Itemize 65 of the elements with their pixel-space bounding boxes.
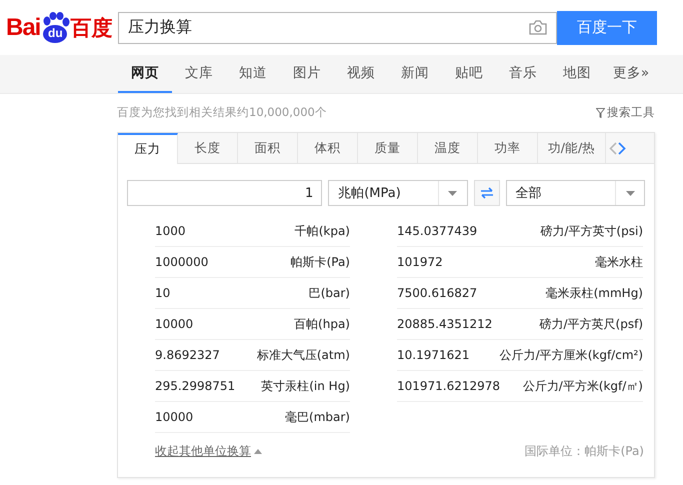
search-tools-link[interactable]: 搜索工具: [607, 105, 655, 120]
unit-tab[interactable]: 质量: [358, 133, 418, 163]
nav-tab[interactable]: 知道: [226, 55, 280, 93]
unit-name: 公斤力/平方米(kgf/㎡): [522, 378, 643, 394]
chevron-left-icon[interactable]: [609, 142, 617, 154]
result-value: 9.8692327: [155, 348, 220, 362]
nav-tab[interactable]: 视频: [334, 55, 388, 93]
nav-tab[interactable]: 贴吧: [442, 55, 496, 93]
unit-name: 帕斯卡(Pa): [290, 254, 350, 270]
unit-name: 磅力/平方英尺(psf): [540, 316, 643, 332]
chevron-right-icon[interactable]: [618, 142, 626, 154]
unit-name: 标准大气压(atm): [256, 346, 350, 364]
si-unit-note: 国际单位：帕斯卡(Pa): [524, 443, 644, 460]
nav-tab[interactable]: 图片: [280, 55, 334, 93]
unit-name: 毫巴(mbar): [285, 408, 350, 426]
unit-name: 毫米水柱: [595, 254, 643, 270]
search-field[interactable]: 压力换算: [118, 12, 557, 44]
unit-tab[interactable]: 温度: [418, 133, 478, 163]
logo-text: Bai: [6, 14, 40, 42]
unit-tab[interactable]: 功率: [478, 133, 538, 163]
unit-name: 磅力/平方英寸(psi): [540, 222, 643, 240]
unit-tab[interactable]: 压力: [118, 133, 178, 164]
result-count: 百度为您找到相关结果约10,000,000个: [117, 105, 327, 120]
nav-tab[interactable]: 新闻: [388, 55, 442, 93]
nav-tab[interactable]: 文库: [172, 55, 226, 93]
result-value: 101972: [397, 255, 443, 269]
result-value: 10.1971621: [397, 348, 470, 362]
unit-tab[interactable]: 长度: [178, 133, 238, 163]
unit-name: 巴(bar): [308, 284, 350, 302]
result-value: 101971.6212978: [397, 379, 500, 393]
unit-name: 英寸汞柱(in Hg): [261, 378, 350, 394]
amount-field[interactable]: 1: [127, 180, 322, 206]
dropdown-arrow-icon: [448, 190, 458, 196]
unit-name: 千帕(kpa): [294, 222, 350, 240]
result-value: 145.0377439: [397, 224, 478, 238]
unit-tab[interactable]: 面积: [238, 133, 298, 163]
search-button[interactable]: 百度一下: [557, 10, 657, 44]
result-value: 7500.616827: [397, 286, 478, 300]
unit-tab[interactable]: 功/能/热: [538, 133, 606, 163]
logo-text: du: [46, 26, 65, 40]
result-value: 10000: [155, 317, 194, 331]
unit-name: 毫米汞柱(mmHg): [546, 284, 643, 302]
collapse-link[interactable]: 收起其他单位换算: [155, 443, 262, 460]
camera-icon[interactable]: [529, 20, 547, 35]
result-value: 20885.4351212: [397, 317, 492, 331]
dropdown-arrow-icon: [626, 190, 635, 196]
swap-button[interactable]: [474, 180, 500, 206]
unit-tab[interactable]: 体积: [298, 133, 358, 163]
caret-icon: [254, 449, 262, 454]
unit-dropdown[interactable]: 兆帕(MPa): [328, 180, 468, 206]
unit-name: 百帕(hpa): [294, 316, 350, 332]
nav-tab[interactable]: 音乐: [496, 55, 550, 93]
result-value: 10: [155, 286, 170, 300]
result-value: 295.2998751: [155, 379, 236, 393]
target-dropdown[interactable]: 全部: [506, 180, 646, 206]
result-value: 1000: [155, 224, 186, 238]
nav-tab[interactable]: 网页: [118, 55, 172, 93]
unit-name: 公斤力/平方厘米(kgf/cm²): [500, 346, 643, 364]
swap-icon: [480, 187, 494, 199]
result-value: 10000: [155, 410, 194, 424]
nav-tab[interactable]: 更多»: [604, 55, 658, 93]
nav-tab[interactable]: 地图: [550, 55, 604, 93]
logo-text: 百度: [70, 16, 112, 42]
filter-icon[interactable]: [596, 108, 605, 118]
result-value: 1000000: [155, 255, 208, 269]
